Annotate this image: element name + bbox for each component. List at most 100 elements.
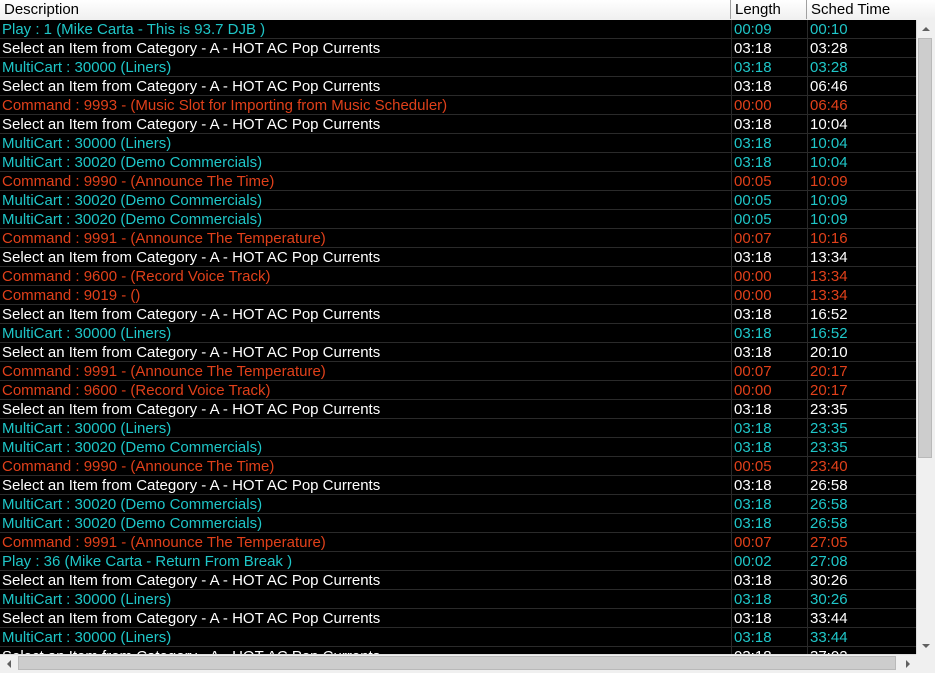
- row-length: 00:05: [731, 172, 807, 191]
- log-row[interactable]: Command : 9600 - (Record Voice Track) 00:…: [0, 267, 916, 286]
- log-row[interactable]: MultiCart : 30000 (Liners) 03:18 30:26: [0, 590, 916, 609]
- row-description: MultiCart : 30020 (Demo Commercials): [2, 439, 263, 456]
- log-window: Description Length Sched Time Play : 1 (…: [0, 0, 935, 673]
- log-row[interactable]: Command : 9990 - (Announce The Time) 00:0…: [0, 457, 916, 476]
- row-length: 00:00: [731, 381, 807, 400]
- log-row[interactable]: Select an Item from Category - A - HOT A…: [0, 39, 916, 58]
- column-header-length[interactable]: Length: [731, 0, 807, 19]
- log-row[interactable]: Command : 9990 - (Announce The Time) 00:0…: [0, 172, 916, 191]
- log-row[interactable]: Select an Item from Category - A - HOT A…: [0, 571, 916, 590]
- row-sched-time: 23:40: [807, 457, 916, 476]
- log-row[interactable]: MultiCart : 30020 (Demo Commercials) 03:1…: [0, 514, 916, 533]
- row-length: 03:18: [731, 419, 807, 438]
- row-description: Select an Item from Category - A - HOT A…: [2, 344, 381, 361]
- row-description: Command : 9600 - (Record Voice Track): [2, 268, 271, 285]
- row-sched-time: 13:34: [807, 286, 916, 305]
- log-row[interactable]: Select an Item from Category - A - HOT A…: [0, 248, 916, 267]
- row-length: 00:09: [731, 20, 807, 39]
- log-row[interactable]: Command : 9991 - (Announce The Temperatu…: [0, 229, 916, 248]
- column-header-description[interactable]: Description: [0, 0, 731, 19]
- log-row[interactable]: MultiCart : 30000 (Liners) 03:18 03:28: [0, 58, 916, 77]
- row-sched-time: 16:52: [807, 305, 916, 324]
- row-length: 03:18: [731, 134, 807, 153]
- log-row[interactable]: Command : 9993 - (Music Slot for Importi…: [0, 96, 916, 115]
- row-sched-time: 10:09: [807, 191, 916, 210]
- row-sched-time: 23:35: [807, 438, 916, 457]
- horizontal-scroll-thumb[interactable]: [18, 656, 896, 670]
- log-row[interactable]: Select an Item from Category - A - HOT A…: [0, 115, 916, 134]
- scroll-right-button[interactable]: [899, 655, 916, 672]
- log-row[interactable]: Play : 36 (Mike Carta - Return From Brea…: [0, 552, 916, 571]
- arrow-down-icon: [921, 643, 930, 648]
- row-length: 03:18: [731, 153, 807, 172]
- log-row[interactable]: Select an Item from Category - A - HOT A…: [0, 476, 916, 495]
- row-sched-time: 26:58: [807, 495, 916, 514]
- log-row[interactable]: MultiCart : 30020 (Demo Commercials) 00:0…: [0, 191, 916, 210]
- log-row[interactable]: MultiCart : 30000 (Liners) 03:18 16:52: [0, 324, 916, 343]
- row-length: 03:18: [731, 77, 807, 96]
- row-length: 00:07: [731, 362, 807, 381]
- log-row[interactable]: MultiCart : 30020 (Demo Commercials) 00:0…: [0, 210, 916, 229]
- row-sched-time: 26:58: [807, 514, 916, 533]
- row-sched-time: 10:04: [807, 134, 916, 153]
- log-list[interactable]: Play : 1 (Mike Carta - This is 93.7 DJB …: [0, 20, 916, 654]
- log-row[interactable]: MultiCart : 30000 (Liners) 03:18 33:44: [0, 628, 916, 647]
- row-length: 03:18: [731, 476, 807, 495]
- log-row[interactable]: Command : 9600 - (Record Voice Track) 00:…: [0, 381, 916, 400]
- column-header-sched-time[interactable]: Sched Time: [807, 0, 935, 19]
- vertical-scrollbar[interactable]: [916, 20, 934, 654]
- row-sched-time: 13:34: [807, 248, 916, 267]
- row-length: 03:18: [731, 571, 807, 590]
- row-sched-time: 10:04: [807, 115, 916, 134]
- log-row[interactable]: Select an Item from Category - A - HOT A…: [0, 77, 916, 96]
- row-description: Command : 9993 - (Music Slot for Importi…: [2, 97, 448, 114]
- row-description: MultiCart : 30020 (Demo Commercials): [2, 211, 263, 228]
- row-sched-time: 20:17: [807, 381, 916, 400]
- scroll-left-button[interactable]: [0, 655, 17, 672]
- log-row[interactable]: Command : 9019 - () 00:00 13:34: [0, 286, 916, 305]
- row-length: 00:00: [731, 286, 807, 305]
- log-row[interactable]: Select an Item from Category - A - HOT A…: [0, 343, 916, 362]
- row-sched-time: 06:46: [807, 96, 916, 115]
- row-sched-time: 27:05: [807, 533, 916, 552]
- log-row[interactable]: Play : 1 (Mike Carta - This is 93.7 DJB …: [0, 20, 916, 39]
- row-description: Play : 36 (Mike Carta - Return From Brea…: [2, 553, 293, 570]
- row-description: MultiCart : 30020 (Demo Commercials): [2, 154, 263, 171]
- horizontal-scrollbar[interactable]: [0, 654, 916, 672]
- log-row[interactable]: Select an Item from Category - A - HOT A…: [0, 400, 916, 419]
- scroll-up-button[interactable]: [917, 20, 934, 37]
- row-length: 03:18: [731, 58, 807, 77]
- row-sched-time: 20:10: [807, 343, 916, 362]
- log-row[interactable]: Select an Item from Category - A - HOT A…: [0, 609, 916, 628]
- row-description: Play : 1 (Mike Carta - This is 93.7 DJB …: [2, 21, 266, 38]
- row-sched-time: 30:26: [807, 571, 916, 590]
- row-sched-time: 10:09: [807, 210, 916, 229]
- row-sched-time: 27:08: [807, 552, 916, 571]
- log-row[interactable]: Select an Item from Category - A - HOT A…: [0, 647, 916, 654]
- row-sched-time: 10:16: [807, 229, 916, 248]
- row-description: MultiCart : 30020 (Demo Commercials): [2, 192, 263, 209]
- row-sched-time: 03:28: [807, 39, 916, 58]
- log-row[interactable]: MultiCart : 30020 (Demo Commercials) 03:1…: [0, 495, 916, 514]
- log-row[interactable]: MultiCart : 30000 (Liners) 03:18 23:35: [0, 419, 916, 438]
- scrollbar-corner: [916, 654, 935, 673]
- log-row[interactable]: MultiCart : 30000 (Liners) 03:18 10:04: [0, 134, 916, 153]
- log-row[interactable]: MultiCart : 30020 (Demo Commercials) 03:1…: [0, 438, 916, 457]
- log-row[interactable]: MultiCart : 30020 (Demo Commercials) 03:1…: [0, 153, 916, 172]
- row-length: 03:18: [731, 514, 807, 533]
- row-sched-time: 30:26: [807, 590, 916, 609]
- log-row[interactable]: Command : 9991 - (Announce The Temperatu…: [0, 533, 916, 552]
- scroll-down-button[interactable]: [917, 637, 934, 654]
- row-length: 00:02: [731, 552, 807, 571]
- row-sched-time: 33:44: [807, 628, 916, 647]
- row-sched-time: 20:17: [807, 362, 916, 381]
- vertical-scroll-thumb[interactable]: [918, 38, 932, 458]
- column-header: Description Length Sched Time: [0, 0, 935, 19]
- row-length: 03:18: [731, 609, 807, 628]
- row-length: 03:18: [731, 343, 807, 362]
- row-description: MultiCart : 30000 (Liners): [2, 325, 172, 342]
- row-length: 00:07: [731, 229, 807, 248]
- log-row[interactable]: Select an Item from Category - A - HOT A…: [0, 305, 916, 324]
- log-row[interactable]: Command : 9991 - (Announce The Temperatu…: [0, 362, 916, 381]
- row-description: Select an Item from Category - A - HOT A…: [2, 249, 381, 266]
